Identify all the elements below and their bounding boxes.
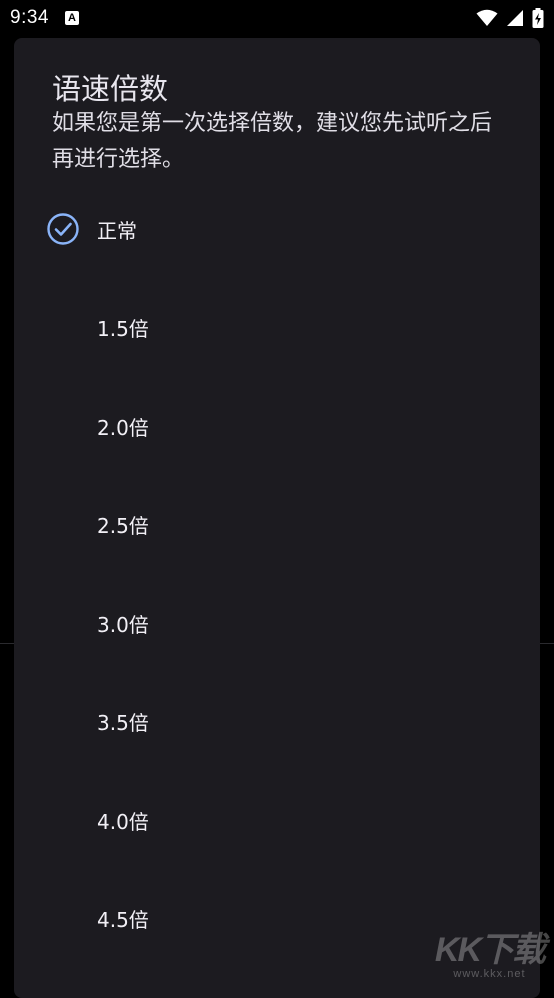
watermark-url: www.kkx.net	[435, 968, 544, 980]
speed-option-3-0x[interactable]: 3.0倍	[14, 574, 540, 673]
speed-option-label: 4.5倍	[97, 904, 149, 933]
speed-option-4-0x[interactable]: 4.0倍	[14, 771, 540, 870]
speed-option-2-5x[interactable]: 2.5倍	[14, 476, 540, 575]
dialog-message: 如果您是第一次选择倍数，建议您先试听之后再进行选择。	[52, 106, 512, 178]
speed-option-label: 2.5倍	[97, 510, 149, 539]
speed-option-1-5x[interactable]: 1.5倍	[14, 279, 540, 378]
speed-option-label: 1.5倍	[97, 313, 149, 342]
speed-option-label: 3.5倍	[97, 707, 149, 736]
status-bar: 9:34 A	[0, 0, 554, 36]
battery-charging-icon	[532, 8, 544, 28]
speed-option-label: 2.0倍	[97, 412, 149, 441]
speech-speed-dialog: 语速倍数 如果您是第一次选择倍数，建议您先试听之后再进行选择。 正常 1.5倍 …	[14, 38, 540, 998]
speed-option-3-5x[interactable]: 3.5倍	[14, 673, 540, 772]
check-circle-icon	[46, 212, 80, 246]
watermark: KK下载 www.kkx.net	[435, 932, 544, 980]
notification-app-icon: A	[65, 11, 79, 25]
watermark-logo: KK下载	[435, 932, 544, 968]
speed-option-2-0x[interactable]: 2.0倍	[14, 377, 540, 476]
status-right	[476, 8, 544, 28]
status-time: 9:34	[10, 7, 49, 29]
speed-option-label: 正常	[97, 215, 137, 244]
status-left: 9:34 A	[10, 7, 79, 29]
speed-option-label: 4.0倍	[97, 806, 149, 835]
speed-option-normal[interactable]: 正常	[14, 180, 540, 279]
wifi-icon	[476, 9, 498, 27]
speed-option-list: 正常 1.5倍 2.0倍 2.5倍 3.0倍 3.5倍 4.0倍 4.5倍	[14, 180, 540, 968]
dialog-title: 语速倍数	[52, 66, 168, 108]
speed-option-label: 3.0倍	[97, 609, 149, 638]
signal-icon	[506, 9, 524, 27]
